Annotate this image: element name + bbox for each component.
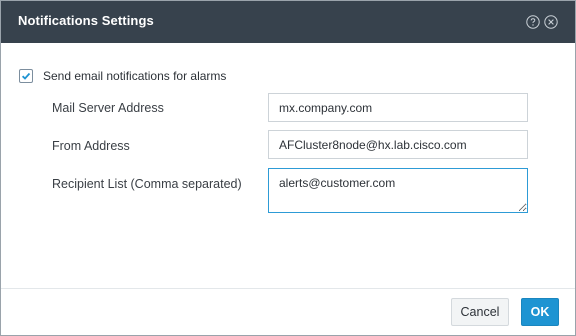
email-notifications-checkbox[interactable] <box>19 68 33 83</box>
footer-divider <box>1 288 575 289</box>
mail-server-input[interactable] <box>268 93 528 122</box>
email-notifications-label: Send email notifications for alarms <box>43 68 227 83</box>
close-icon[interactable] <box>544 15 558 29</box>
checkmark-icon <box>21 72 31 80</box>
from-address-input[interactable] <box>268 130 528 159</box>
notifications-settings-dialog: Notifications Settings Send email notifi… <box>0 0 576 336</box>
dialog-title: Notifications Settings <box>18 13 154 28</box>
dialog-titlebar: Notifications Settings <box>1 1 575 43</box>
mail-server-label: Mail Server Address <box>52 101 164 115</box>
help-icon[interactable] <box>526 15 540 29</box>
ok-button[interactable]: OK <box>521 298 559 326</box>
email-notifications-option: Send email notifications for alarms <box>19 68 226 83</box>
recipient-list-label: Recipient List (Comma separated) <box>52 177 242 191</box>
cancel-button[interactable]: Cancel <box>451 298 509 326</box>
from-address-label: From Address <box>52 139 130 153</box>
recipient-list-textarea[interactable]: alerts@customer.com <box>268 168 528 213</box>
